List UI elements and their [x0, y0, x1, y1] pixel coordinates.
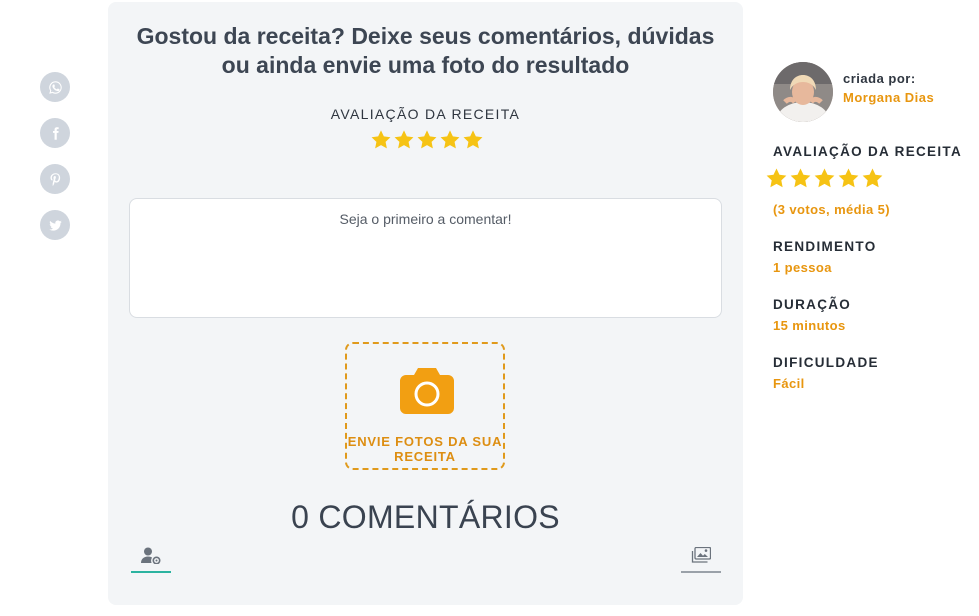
sidebar-rating-label: AVALIAÇÃO DA RECEITA: [773, 144, 962, 159]
votes-summary: (3 votos, média 5): [773, 202, 891, 217]
upload-photo-button[interactable]: ENVIE FOTOS DA SUA RECEITA: [345, 342, 505, 470]
whatsapp-icon: [48, 80, 62, 94]
created-by-label: criada por:: [843, 71, 916, 86]
share-pinterest-button[interactable]: [40, 164, 70, 194]
recipe-info-sidebar: criada por: Morgana Dias AVALIAÇÃO DA RE…: [766, 62, 973, 391]
twitter-icon: [48, 219, 62, 231]
yield-label: RENDIMENTO: [773, 239, 877, 254]
star-icon: [862, 168, 883, 188]
camera-icon: [400, 368, 454, 414]
tab-comments[interactable]: [131, 545, 171, 573]
star-icon: [766, 168, 787, 188]
users-settings-icon: [141, 547, 161, 564]
author-block: criada por: Morgana Dias: [773, 62, 973, 122]
tab-photos[interactable]: [681, 545, 721, 573]
difficulty-value: Fácil: [773, 376, 805, 391]
facebook-icon: [52, 126, 59, 140]
star-icon[interactable]: [439, 129, 461, 151]
pinterest-icon: [50, 172, 60, 186]
star-icon[interactable]: [462, 129, 484, 151]
avatar[interactable]: [773, 62, 833, 122]
duration-label: DURAÇÃO: [773, 297, 852, 312]
share-facebook-button[interactable]: [40, 118, 70, 148]
share-bar: [40, 72, 70, 256]
photos-icon: [691, 547, 711, 563]
star-icon[interactable]: [416, 129, 438, 151]
rating-label: AVALIAÇÃO DA RECEITA: [330, 106, 521, 122]
share-twitter-button[interactable]: [40, 210, 70, 240]
author-name-link[interactable]: Morgana Dias: [843, 90, 934, 105]
comment-input[interactable]: [129, 198, 722, 318]
star-icon: [838, 168, 859, 188]
card-title: Gostou da receita? Deixe seus comentário…: [136, 23, 715, 78]
comments-count: 0 COMENTÁRIOS: [291, 499, 560, 535]
star-icon: [814, 168, 835, 188]
star-icon[interactable]: [370, 129, 392, 151]
comments-card: Gostou da receita? Deixe seus comentário…: [108, 2, 743, 605]
star-icon: [790, 168, 811, 188]
sidebar-rating-stars: [765, 167, 973, 190]
share-whatsapp-button[interactable]: [40, 72, 70, 102]
upload-label: ENVIE FOTOS DA SUA RECEITA: [347, 434, 503, 464]
rating-stars-input[interactable]: [370, 129, 484, 151]
duration-value: 15 minutos: [773, 318, 846, 333]
yield-value: 1 pessoa: [773, 260, 832, 275]
difficulty-label: DIFICULDADE: [773, 355, 879, 370]
star-icon[interactable]: [393, 129, 415, 151]
